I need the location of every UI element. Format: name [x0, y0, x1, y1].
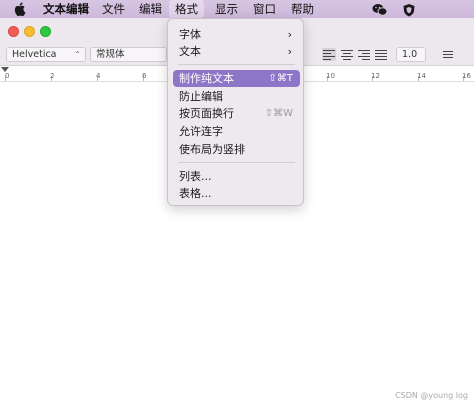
ruler-label: 14	[417, 72, 426, 80]
font-style-select[interactable]: 常规体	[90, 47, 167, 62]
font-family-value: Helvetica	[12, 49, 57, 60]
menu-item-label: 防止编辑	[179, 90, 223, 103]
menu-item-text[interactable]: 文本 ›	[173, 43, 300, 60]
align-right-button[interactable]	[357, 48, 371, 61]
menu-format[interactable]: 格式	[169, 0, 204, 18]
menu-item-label: 字体	[179, 28, 201, 41]
menu-item-label: 制作纯文本	[179, 72, 234, 85]
line-spacing-select[interactable]: 1.0	[396, 47, 426, 62]
menu-item-prevent-editing[interactable]: 防止编辑	[173, 88, 300, 105]
list-style-button[interactable]	[438, 48, 458, 61]
ruler-label: 4	[96, 72, 101, 80]
chevron-updown-icon: ⌃	[74, 50, 81, 59]
ruler-label: 2	[50, 72, 55, 80]
font-style-value: 常规体	[96, 49, 125, 60]
ruler-label: 0	[5, 72, 10, 80]
menu-item-label: 使布局为竖排	[179, 143, 245, 156]
menu-item-vertical-layout[interactable]: 使布局为竖排	[173, 141, 300, 158]
maximize-button[interactable]	[40, 26, 51, 37]
shield-icon[interactable]	[402, 2, 418, 17]
menu-item-shortcut: ⇧⌘T	[268, 73, 294, 84]
menu-help[interactable]: 帮助	[285, 0, 320, 18]
line-spacing-value: 1.0	[402, 49, 418, 60]
close-button[interactable]	[8, 26, 19, 37]
minimize-button[interactable]	[24, 26, 35, 37]
menu-item-allow-hyphenation[interactable]: 允许连字	[173, 123, 300, 140]
menu-item-label: 列表...	[179, 170, 212, 183]
chevron-right-icon: ›	[287, 45, 292, 58]
align-center-button[interactable]	[340, 48, 354, 61]
format-menu: 字体 › 文本 › 制作纯文本 ⇧⌘T 防止编辑 按页面换行 ⇧⌘W 允许连字 …	[167, 18, 304, 206]
menu-item-shortcut: ⇧⌘W	[264, 108, 293, 119]
ruler-label: 12	[371, 72, 380, 80]
menu-item-label: 表格...	[179, 187, 212, 200]
menu-item-wrap-to-page[interactable]: 按页面换行 ⇧⌘W	[173, 105, 300, 122]
menu-separator	[178, 64, 295, 65]
menu-view[interactable]: 显示	[209, 0, 244, 18]
menu-item-label: 文本	[179, 45, 201, 58]
menu-item-label: 允许连字	[179, 125, 223, 138]
watermark: CSDN @young log	[395, 391, 468, 400]
justify-button[interactable]	[374, 48, 388, 61]
menu-bar: 文本编辑 文件 编辑 格式 显示 窗口 帮助	[0, 0, 474, 18]
wechat-icon[interactable]	[372, 2, 388, 16]
menu-file[interactable]: 文件	[96, 0, 131, 18]
menu-window[interactable]: 窗口	[247, 0, 282, 18]
menu-item-font[interactable]: 字体 ›	[173, 26, 300, 43]
menu-item-list[interactable]: 列表...	[173, 168, 300, 185]
menu-edit[interactable]: 编辑	[133, 0, 168, 18]
menu-item-make-plain-text[interactable]: 制作纯文本 ⇧⌘T	[173, 70, 300, 87]
apple-icon[interactable]	[13, 2, 27, 17]
menu-app-name[interactable]: 文本编辑	[37, 0, 95, 18]
font-family-select[interactable]: Helvetica ⌃	[6, 47, 86, 62]
menu-item-label: 按页面换行	[179, 107, 234, 120]
align-left-button[interactable]	[322, 48, 336, 61]
ruler-label: 6	[142, 72, 147, 80]
ruler-label: 16	[462, 72, 471, 80]
ruler-label: 10	[326, 72, 335, 80]
menu-item-table[interactable]: 表格...	[173, 185, 300, 202]
menu-separator	[178, 162, 295, 163]
chevron-right-icon: ›	[287, 28, 292, 41]
